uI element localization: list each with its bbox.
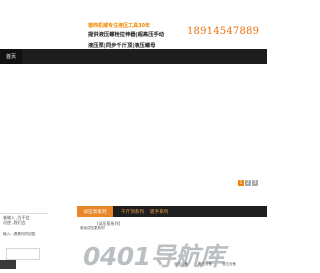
product-label-3[interactable]: 液压设备 <box>222 262 236 267</box>
hotline-phone: 18914547889 <box>187 26 260 37</box>
main-nav <box>0 49 267 64</box>
product-labels: 液压设备 液压设备 液压设备 <box>174 262 236 267</box>
slider-dots: 1 2 3 <box>238 180 258 186</box>
slider-dot-2[interactable]: 2 <box>245 180 251 186</box>
chat-minimize-bar[interactable] <box>0 260 16 269</box>
tab-jack[interactable]: 千斤顶系列 <box>121 209 144 215</box>
side-panel-header <box>0 204 48 214</box>
side-panel-text: 者输入 ,为不会 况使 ,我们会 <box>3 215 30 225</box>
nav-home[interactable]: 首页 <box>0 49 22 64</box>
side-panel-hint: 输入…看看你的回复 <box>3 232 36 236</box>
product-label-1[interactable]: 液压设备 <box>174 262 188 267</box>
tab-pump[interactable]: 试压泵系列 <box>77 206 113 217</box>
header-line-2: 液压泵|同步千斤顶|液压螺母 <box>88 43 156 49</box>
slider-dot-3[interactable]: 3 <box>252 180 258 186</box>
watermark-text: 0401导航库 <box>83 242 225 271</box>
product-label-2[interactable]: 液压设备 <box>198 262 212 267</box>
hero-banner <box>0 64 267 190</box>
message-input[interactable] <box>6 248 40 260</box>
side-text-line-2: 况使 ,我们会 <box>3 220 26 225</box>
product-caption: 电动试压泵系列 <box>80 226 105 230</box>
tab-wrench[interactable]: 扳手系列 <box>150 209 168 215</box>
brand-tagline: 德西机械专注液压工具30年 <box>88 23 150 29</box>
header-line-1: 提供液压螺栓拉伸器|超高压手动 <box>88 32 165 38</box>
slider-dot-1[interactable]: 1 <box>238 180 244 186</box>
